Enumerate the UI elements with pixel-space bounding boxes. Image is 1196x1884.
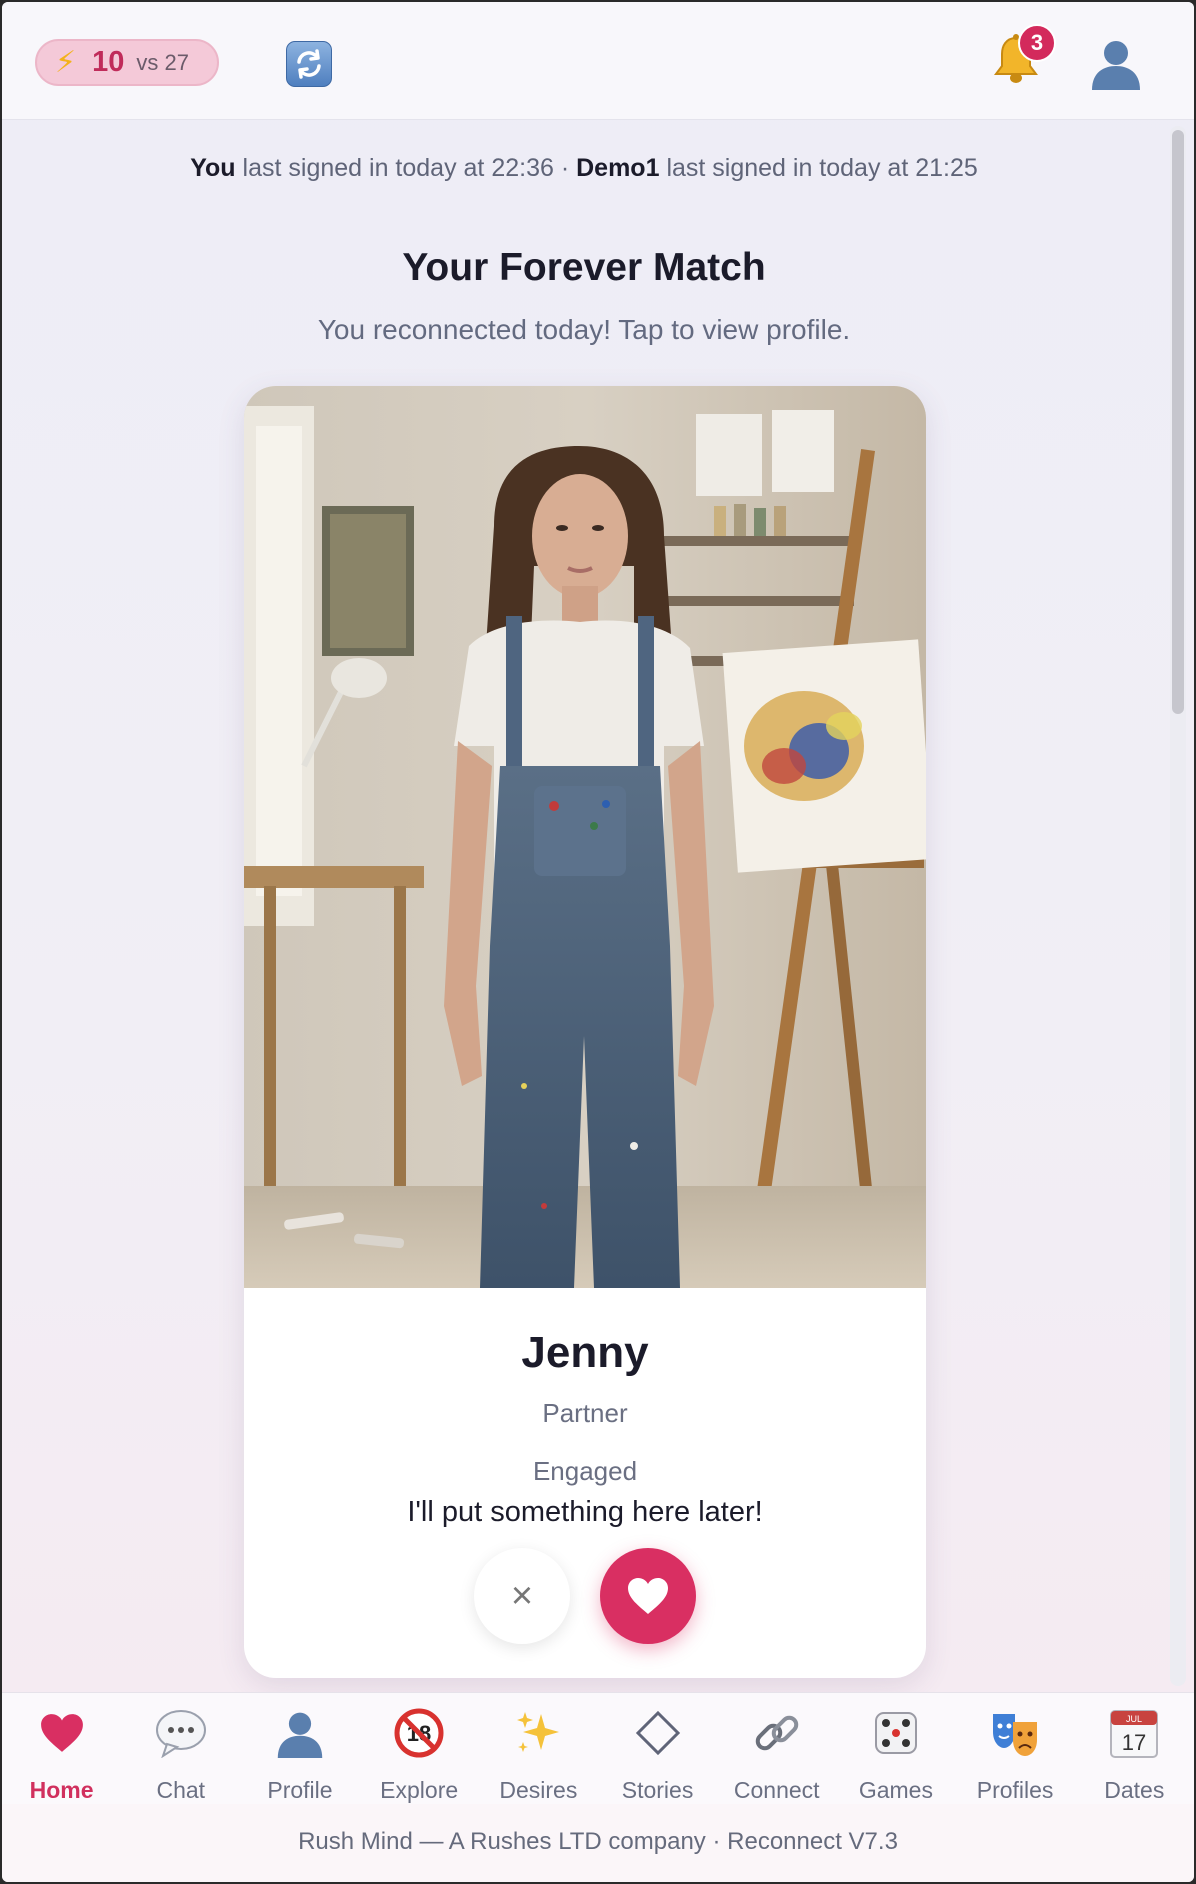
speech-bubble-icon xyxy=(153,1705,209,1761)
calendar-icon: JUL 17 xyxy=(1106,1705,1162,1761)
score-vs: vs 27 xyxy=(136,49,189,75)
page-title: Your Forever Match xyxy=(402,246,766,289)
signin-separator: · xyxy=(560,154,570,182)
bottom-nav: Home Chat Profile Explore Desires Storie… xyxy=(2,1692,1194,1804)
last-signin-line: You last signed in today at 22:36 · Demo… xyxy=(2,154,1166,183)
nav-item-desires[interactable]: Desires xyxy=(483,1693,593,1805)
nav-label-home: Home xyxy=(29,1777,94,1803)
refresh-icon xyxy=(297,49,321,79)
signin-you: You xyxy=(190,154,236,182)
scrollbar-thumb[interactable] xyxy=(1172,130,1184,714)
calendar-day: 17 xyxy=(1122,1730,1146,1755)
page-subtitle: You reconnected today! Tap to view profi… xyxy=(317,314,851,345)
nav-item-stories[interactable]: Stories xyxy=(603,1693,713,1805)
heart-icon xyxy=(628,1578,668,1614)
no-under-18-icon: 18 xyxy=(391,1705,447,1761)
sparkles-icon xyxy=(510,1705,566,1761)
match-card[interactable]: Jenny Partner Engaged I'll put something… xyxy=(244,386,926,1678)
nav-label-connect: Connect xyxy=(733,1777,820,1803)
signin-partner: Demo1 xyxy=(576,154,660,182)
nav-item-home[interactable]: Home xyxy=(7,1693,117,1805)
diamond-icon xyxy=(630,1705,686,1761)
account-button[interactable] xyxy=(1088,36,1144,90)
nav-item-profile[interactable]: Profile xyxy=(245,1693,355,1805)
nav-item-games[interactable]: Games xyxy=(841,1693,951,1805)
app-window: ⚡ 10 vs 27 3 You last signed in today at… xyxy=(2,2,1194,1882)
link-icon xyxy=(749,1705,805,1761)
profile-role: Partner xyxy=(542,1398,628,1428)
calendar-month: JUL xyxy=(1126,1714,1142,1724)
lightning-icon: ⚡ xyxy=(55,45,77,79)
nav-item-chat[interactable]: Chat xyxy=(126,1693,236,1805)
notification-badge: 3 xyxy=(1018,24,1056,62)
nav-item-explore[interactable]: 18 Explore xyxy=(364,1693,474,1805)
nav-label-games: Games xyxy=(858,1777,933,1803)
profile-name: Jenny xyxy=(521,1328,649,1377)
nav-label-explore: Explore xyxy=(380,1777,459,1803)
heart-icon xyxy=(34,1705,90,1761)
refresh-button[interactable] xyxy=(286,41,332,87)
nav-label-profiles: Profiles xyxy=(976,1777,1054,1803)
profile-bio: I'll put something here later! xyxy=(407,1496,763,1528)
profile-status: Engaged xyxy=(532,1456,638,1486)
signin-you-text: last signed in today at 22:36 xyxy=(242,154,554,182)
nav-label-chat: Chat xyxy=(156,1777,206,1803)
dice-icon xyxy=(868,1705,924,1761)
nav-label-desires: Desires xyxy=(499,1777,578,1803)
nav-label-dates: Dates xyxy=(1104,1777,1165,1803)
footer: Rush Mind — A Rushes LTD company · Recon… xyxy=(2,1804,1194,1882)
nav-label-profile: Profile xyxy=(267,1777,333,1803)
top-bar: ⚡ 10 vs 27 3 xyxy=(2,2,1194,120)
nav-item-connect[interactable]: Connect xyxy=(722,1693,832,1805)
nav-label-stories: Stories xyxy=(621,1777,694,1803)
nav-item-profiles[interactable]: Profiles xyxy=(960,1693,1070,1805)
score-value: 10 xyxy=(92,46,125,78)
user-icon xyxy=(272,1705,328,1761)
user-icon xyxy=(1092,41,1140,90)
dismiss-button[interactable]: × xyxy=(474,1548,570,1644)
score-pill[interactable]: ⚡ 10 vs 27 xyxy=(35,39,219,86)
close-icon: × xyxy=(510,1574,534,1617)
profile-photo[interactable] xyxy=(244,386,926,1288)
like-button[interactable] xyxy=(600,1548,696,1644)
signin-partner-text: last signed in today at 21:25 xyxy=(666,154,978,182)
nav-item-dates[interactable]: JUL 17 Dates xyxy=(1079,1693,1189,1805)
theater-masks-icon xyxy=(987,1705,1043,1761)
